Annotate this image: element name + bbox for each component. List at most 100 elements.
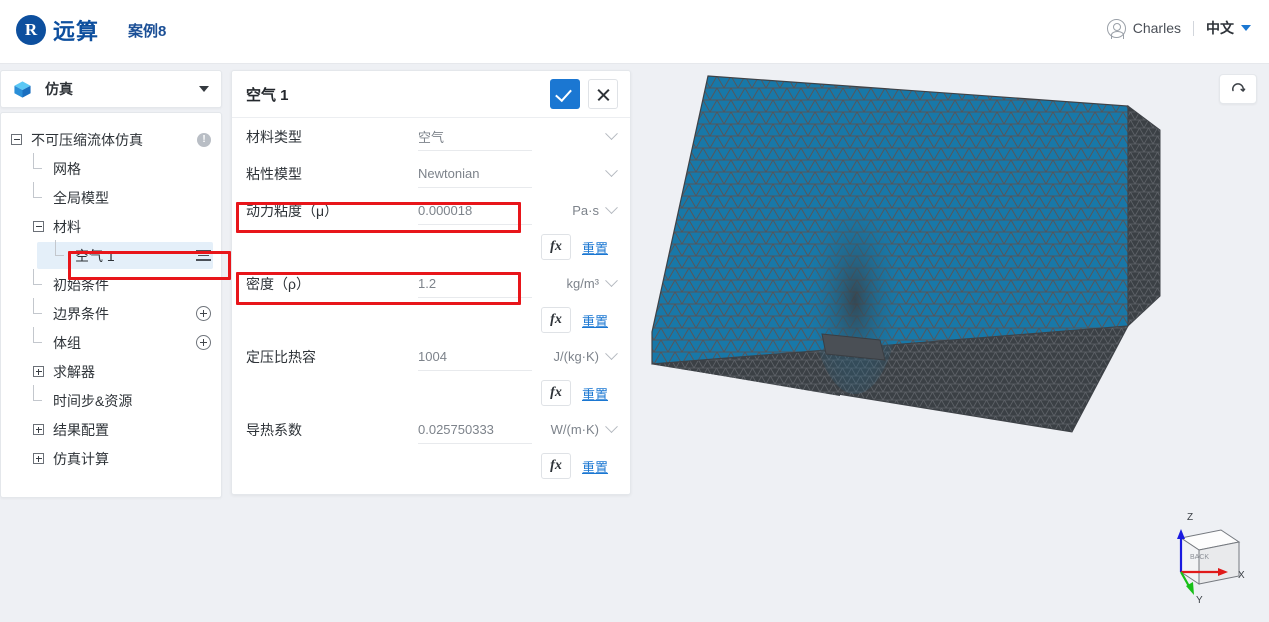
fx-button[interactable]: fx [541, 234, 571, 260]
expand-icon[interactable] [33, 424, 44, 435]
unit-label: J/(kg·K) [553, 349, 600, 364]
reset-link[interactable]: 重置 [582, 384, 616, 403]
field-value-input[interactable] [418, 128, 532, 144]
chevron-down-icon [605, 127, 618, 141]
expand-icon[interactable] [33, 453, 44, 464]
axis-label-x: X [1238, 570, 1245, 581]
axis-label-y: Y [1196, 595, 1203, 606]
unit-dropdown[interactable]: W/(m·K) [532, 420, 618, 437]
field-value-input[interactable] [418, 348, 532, 364]
user-name: Charles [1132, 20, 1181, 36]
tree-panel-header[interactable]: 仿真 [0, 70, 222, 108]
field-row-2: 动力粘度（μ） Pa·s [246, 192, 618, 229]
brand-name: 远算 [53, 19, 100, 44]
chevron-down-icon [605, 274, 618, 288]
chevron-down-icon [605, 164, 618, 178]
tree-item-4[interactable]: 空气 1 [1, 240, 221, 270]
tree-item-7[interactable]: 体组 [1, 327, 221, 357]
user-circle-icon [1106, 18, 1126, 39]
field-row-1: 粘性模型 [246, 155, 618, 192]
tree-item-10[interactable]: 结果配置 [1, 415, 221, 444]
fx-reset-row-5: fx 重置 [246, 448, 616, 484]
panel-action-buttons [550, 79, 618, 109]
plus-circle-icon[interactable] [196, 306, 211, 321]
field-value-input[interactable] [418, 421, 532, 437]
tree-item-label: 时间步&资源 [53, 392, 133, 409]
unit-label: kg/m³ [566, 276, 600, 291]
expand-icon[interactable] [33, 366, 44, 377]
language-selector[interactable]: 中文 [1206, 18, 1251, 38]
unit-dropdown[interactable]: kg/m³ [532, 274, 618, 291]
tree-item-8[interactable]: 求解器 [1, 357, 221, 386]
collapse-icon[interactable] [11, 134, 22, 145]
axis-orientation-gizmo[interactable]: BACK Z X Y [1159, 502, 1255, 612]
field-value-input[interactable] [418, 275, 532, 291]
field-value-input[interactable] [418, 202, 532, 218]
menu-icon[interactable] [196, 250, 211, 261]
3d-viewport[interactable]: BACK Z X Y [640, 64, 1269, 622]
field-row-4: 定压比热容 J/(kg·K) [246, 338, 618, 375]
material-properties-panel: 空气 1 材料类型粘性模型动力粘度（μ）Pa·sfx重置密度（ρ）kg/m³fx… [231, 70, 631, 495]
properties-panel-header: 空气 1 [232, 71, 630, 118]
tree-item-1[interactable]: 网格 [1, 153, 221, 183]
reset-link[interactable]: 重置 [582, 457, 616, 476]
reset-view-button[interactable] [1219, 74, 1257, 104]
yuansuan-logo-icon [16, 15, 46, 45]
reset-link[interactable]: 重置 [582, 311, 616, 330]
field-label: 材料类型 [246, 128, 302, 145]
header-divider [1193, 20, 1194, 36]
cube-icon [14, 80, 31, 98]
tree-item-9[interactable]: 时间步&资源 [1, 385, 221, 415]
field-label: 密度（ρ） [246, 275, 310, 292]
properties-panel-title: 空气 1 [246, 86, 289, 104]
tree-item-label: 结果配置 [53, 421, 109, 438]
tree-item-5[interactable]: 初始条件 [1, 269, 221, 299]
tree-branch-line [33, 298, 44, 319]
tree-branch-line [33, 153, 44, 174]
field-input-wrapper [418, 270, 532, 298]
tree-branch-line [33, 269, 44, 290]
tree-item-label: 空气 1 [75, 247, 115, 264]
project-title: 案例8 [128, 23, 167, 40]
gizmo-face-label: BACK [1190, 554, 1209, 561]
cancel-button[interactable] [588, 79, 618, 109]
tree-item-label: 体组 [53, 334, 81, 351]
field-row-3: 密度（ρ） kg/m³ [246, 265, 618, 302]
tree-item-0[interactable]: 不可压缩流体仿真 [1, 125, 221, 154]
brand-logo[interactable]: 远算 [16, 14, 99, 46]
tree-branch-line [55, 240, 66, 261]
unit-dropdown[interactable] [532, 127, 618, 141]
field-label: 动力粘度（μ） [246, 202, 339, 219]
fx-reset-row-2: fx 重置 [246, 229, 616, 265]
plus-circle-icon[interactable] [196, 335, 211, 350]
tree-item-6[interactable]: 边界条件 [1, 298, 221, 328]
unit-dropdown[interactable] [532, 164, 618, 178]
tree-item-label: 网格 [53, 160, 81, 177]
fx-button[interactable]: fx [541, 453, 571, 479]
field-input-wrapper [418, 343, 532, 371]
tree-branch-line [33, 385, 44, 406]
unit-dropdown[interactable]: Pa·s [532, 201, 618, 218]
user-menu[interactable]: Charles [1106, 18, 1181, 39]
chevron-down-icon[interactable] [199, 86, 209, 92]
field-label: 导热系数 [246, 421, 302, 438]
chevron-down-icon [605, 201, 618, 215]
collapse-icon[interactable] [33, 221, 44, 232]
tree-item-label: 求解器 [53, 363, 95, 380]
chevron-down-icon [1241, 25, 1251, 31]
tree-item-2[interactable]: 全局模型 [1, 182, 221, 212]
unit-label: W/(m·K) [550, 422, 599, 437]
axis-label-z: Z [1187, 512, 1193, 523]
app-root: 远算 案例8 Charles 中文 仿真 不可压缩流体仿真网格全局模 [0, 0, 1269, 622]
info-badge-icon[interactable] [197, 132, 211, 147]
fx-button[interactable]: fx [541, 307, 571, 333]
reset-link[interactable]: 重置 [582, 238, 616, 257]
tree-item-3[interactable]: 材料 [1, 212, 221, 241]
field-value-input[interactable] [418, 165, 532, 181]
unit-dropdown[interactable]: J/(kg·K) [532, 347, 618, 364]
fx-button[interactable]: fx [541, 380, 571, 406]
tree-item-label: 边界条件 [53, 305, 109, 322]
confirm-button[interactable] [550, 79, 580, 109]
tree-item-11[interactable]: 仿真计算 [1, 444, 221, 473]
field-input-wrapper [418, 416, 532, 444]
